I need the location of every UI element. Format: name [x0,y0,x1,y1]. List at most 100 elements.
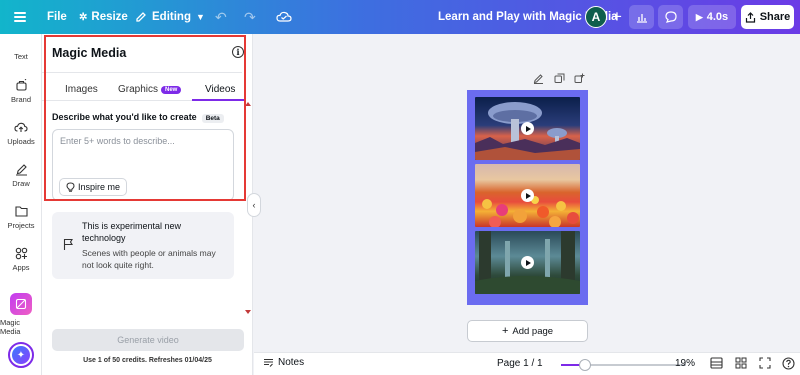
upload-icon [14,120,28,134]
notes-button[interactable]: Notes [263,357,304,368]
rail-item-label: Apps [12,263,30,272]
edit-page-icon[interactable] [533,73,544,87]
left-rail: Text Brand Uploads Draw Projects Apps Ma… [0,34,42,375]
sparkle-icon: ✦ [12,346,30,364]
rail-item-draw[interactable]: Draw [0,162,42,188]
experimental-notice: This is experimental new technology Scen… [52,212,234,279]
magic-media-icon [10,293,32,315]
add-collaborator-button[interactable]: + [606,6,628,28]
play-icon[interactable] [521,189,534,202]
chevron-left-icon: ‹ [252,200,256,210]
cloud-save-icon[interactable] [276,0,292,34]
experimental-title: This is experimental new technology [82,221,182,243]
prompt-input[interactable] [60,136,225,146]
editing-mode-button[interactable]: Editing ▼ [135,0,205,34]
folder-icon [14,204,28,218]
magic-media-panel: Magic Media i Images Graphics New Videos … [42,34,253,375]
tab-images[interactable]: Images [65,84,98,95]
pencil-icon [136,12,146,22]
describe-text: Describe what you'd like to create [52,112,197,122]
comment-icon [664,11,677,23]
video-thumbnail-flower-field[interactable] [475,164,580,227]
present-duration: 4.0s [706,11,729,23]
beta-badge: Beta [201,114,224,123]
duplicate-page-icon[interactable] [554,73,565,87]
rail-item-uploads[interactable]: Uploads [0,120,42,146]
rail-item-brand[interactable]: Brand [0,78,42,104]
undo-button[interactable]: ↶ [215,0,227,34]
brand-icon [14,78,28,92]
present-button[interactable]: ▶ 4.0s [688,5,736,29]
rail-item-projects[interactable]: Projects [0,204,42,230]
video-thumbnail-alien-landscape[interactable] [475,97,580,160]
flag-icon [63,238,73,250]
draw-icon [14,162,28,176]
scroll-up-arrow[interactable] [245,102,251,106]
chevron-down-icon: ▼ [195,12,205,22]
credits-text: Use 1 of 50 credits. Refreshes 01/04/25 [83,357,212,364]
resize-label: Resize [91,11,128,23]
page-indicator[interactable]: Page 1 / 1 [497,358,543,369]
rail-item-apps[interactable]: Apps [0,246,42,272]
undo-icon: ↶ [215,8,227,25]
comment-button[interactable] [658,5,683,29]
notes-icon [264,358,273,367]
bar-chart-icon [636,13,647,23]
fullscreen-icon[interactable] [759,357,771,372]
inspire-label: Inspire me [78,182,121,192]
new-badge: New [161,86,182,94]
grid-view-icon[interactable] [710,357,723,372]
add-page-icon[interactable] [574,73,585,87]
resize-button[interactable]: ✲ Resize [79,0,128,34]
play-icon: ▶ [695,11,703,22]
rail-item-magic-media[interactable]: Magic Media [0,293,42,336]
menu-icon[interactable] [14,0,28,34]
experimental-body: Scenes with people or animals may not lo… [82,248,216,270]
bottom-bar: Notes Page 1 / 1 19% [254,352,800,375]
rail-item-label: Projects [7,221,35,230]
divider [42,72,242,73]
lightbulb-icon [66,182,75,192]
analytics-button[interactable] [629,5,654,29]
avatar[interactable]: A [585,6,607,28]
file-menu[interactable]: File [47,0,67,34]
rail-item-label: Magic Media [0,318,21,336]
magic-assistant-button[interactable]: ✦ [8,342,34,368]
generate-video-button[interactable]: Generate video [52,329,244,351]
share-label: Share [759,11,791,23]
inspire-me-button[interactable]: Inspire me [59,178,128,196]
active-tab-indicator [192,99,244,101]
add-page-label: Add page [512,325,554,337]
scroll-down-arrow[interactable] [245,310,251,314]
zoom-percentage[interactable]: 19% [675,358,695,369]
play-icon[interactable] [521,122,534,135]
plus-icon: + [612,7,622,26]
info-icon[interactable]: i [232,46,244,58]
play-icon[interactable] [521,256,534,269]
rail-item-text[interactable]: Text [0,52,42,61]
tab-graphics[interactable]: Graphics New [118,84,182,95]
help-icon[interactable] [782,357,795,373]
pages-view-icon[interactable] [735,357,747,372]
rail-item-label: Draw [12,179,30,188]
plus-icon: + [501,325,509,337]
redo-button[interactable]: ↷ [244,0,256,34]
magic-star-icon: ✲ [79,11,88,23]
rail-item-label: Text [14,52,28,61]
tab-label: Graphics [118,84,159,95]
prompt-box[interactable]: Inspire me [52,129,234,201]
notes-label: Notes [278,357,305,368]
share-icon [745,11,755,23]
zoom-slider-handle[interactable] [578,359,591,371]
video-thumbnail-forest[interactable] [475,231,580,294]
share-button[interactable]: Share [741,5,794,29]
rail-item-label: Uploads [7,137,35,146]
top-bar: File ✲ Resize Editing ▼ ↶ ↷ Learn and Pl… [0,0,800,34]
describe-label: Describe what you'd like to create Beta [52,112,224,123]
redo-icon: ↷ [244,8,256,25]
collapse-panel-button[interactable]: ‹ [247,193,261,217]
add-page-button[interactable]: + Add page [467,320,588,342]
tab-videos[interactable]: Videos [205,84,235,95]
panel-title: Magic Media [52,46,127,60]
design-page[interactable] [467,90,588,305]
